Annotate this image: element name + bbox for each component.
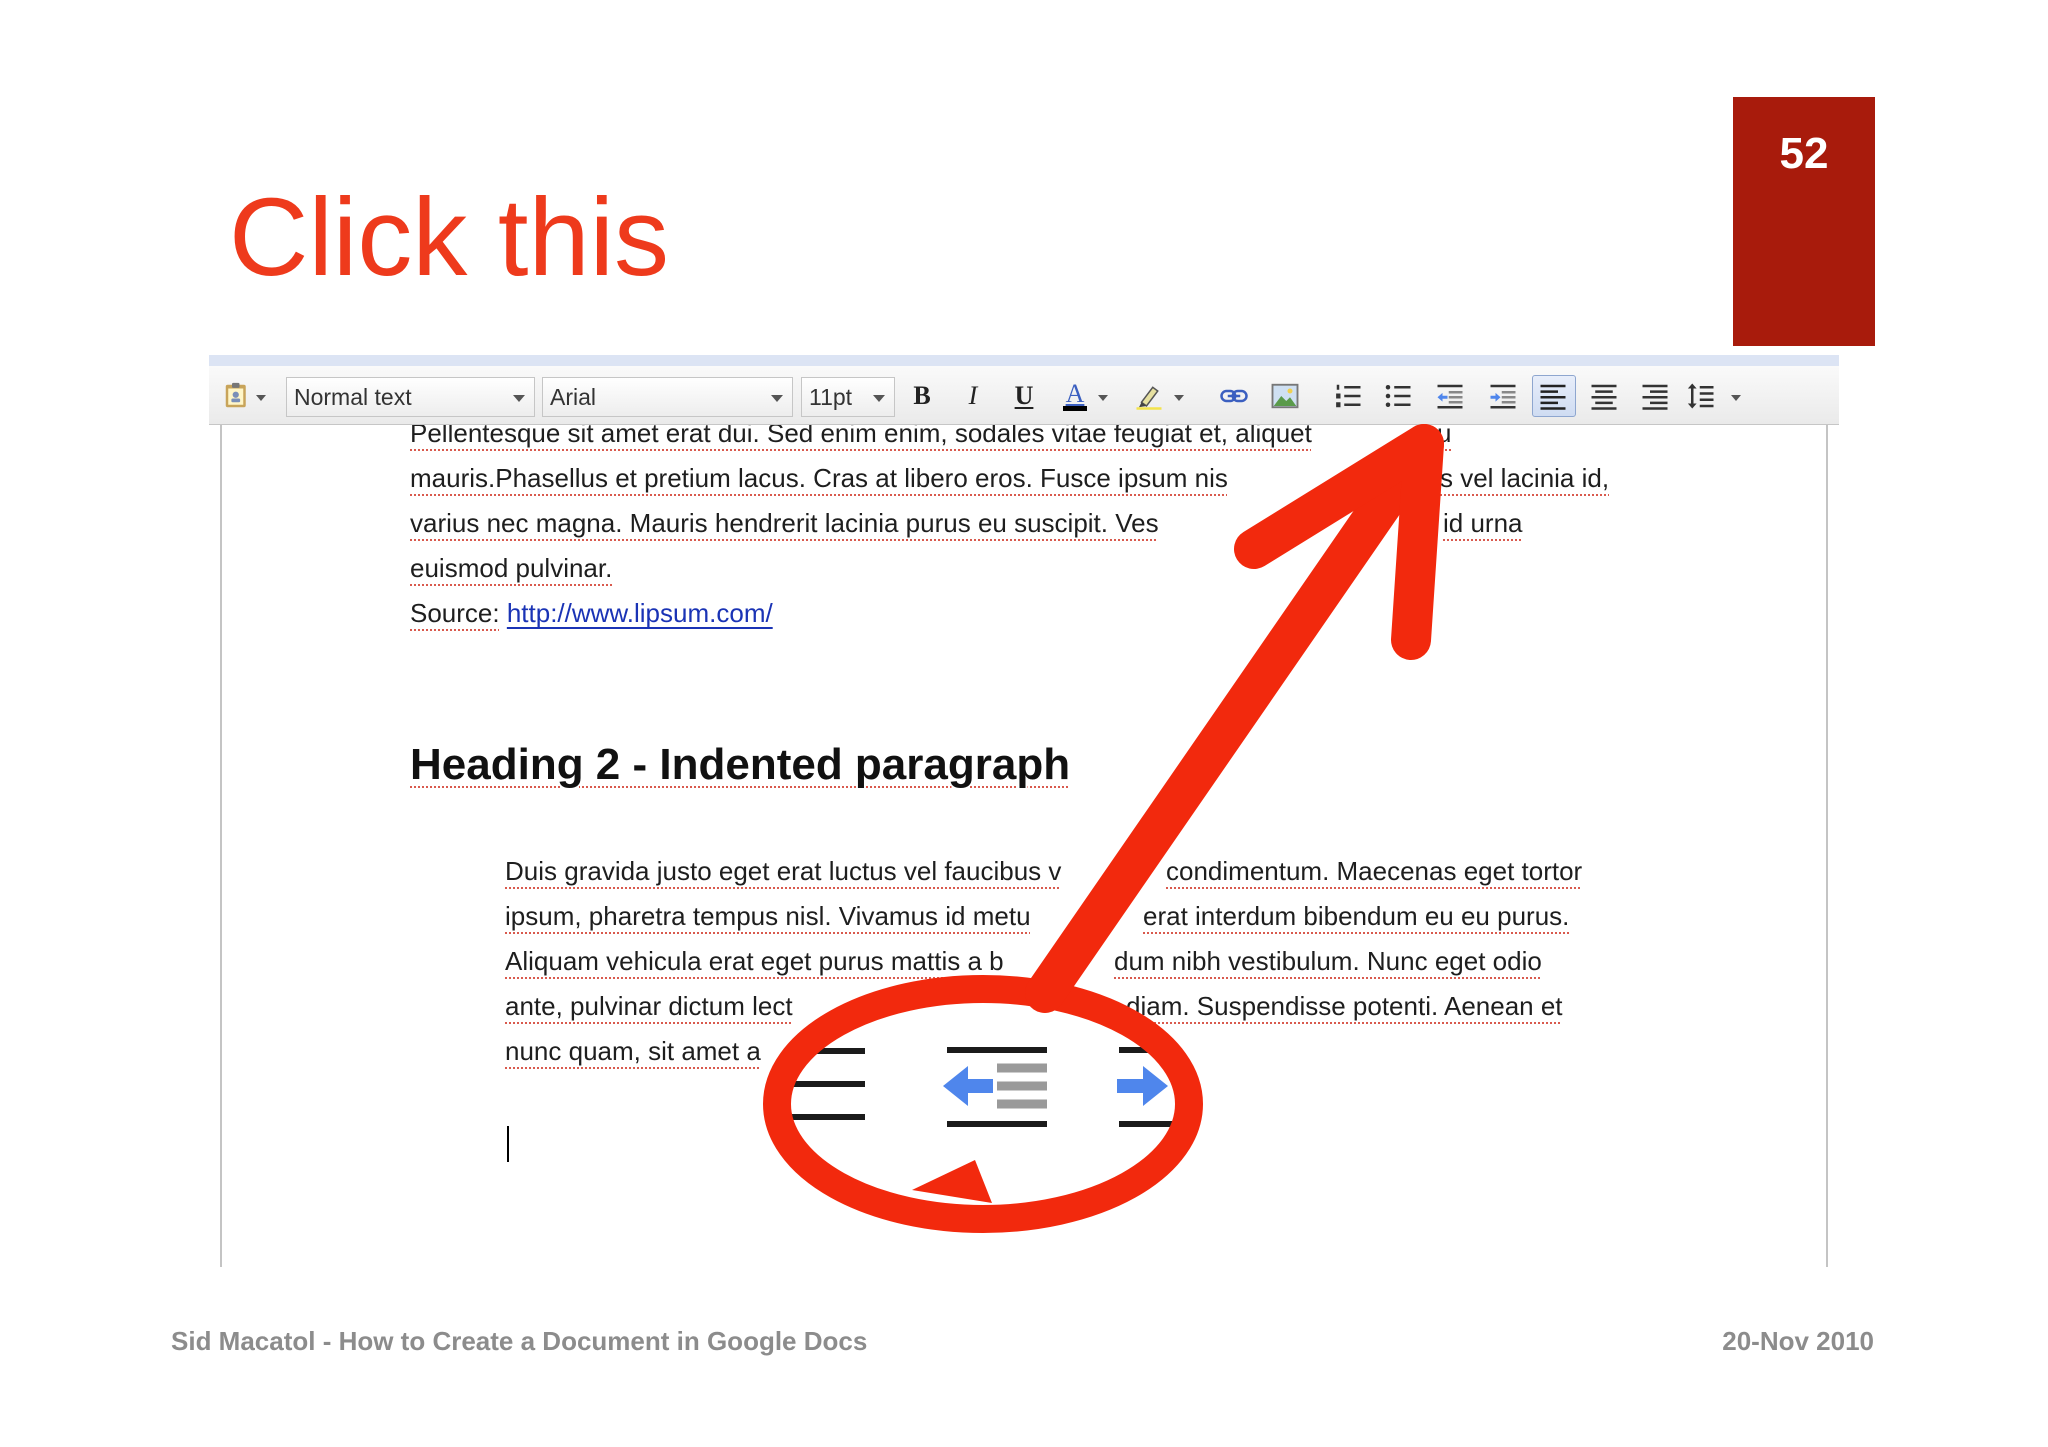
text-color-icon [1063, 405, 1087, 411]
indented-line-text: Duis gravida justo eget erat luctus vel … [505, 856, 1062, 886]
paragraph-style-select[interactable]: Normal text [286, 377, 535, 417]
slide-title: Click this [229, 176, 670, 299]
italic-label: I [968, 381, 978, 410]
footer-date: 20-Nov 2010 [1722, 1326, 1874, 1356]
text-color-button[interactable]: A [1058, 379, 1092, 413]
paint-format-dropdown-arrow[interactable] [256, 395, 266, 401]
align-left-icon [1540, 384, 1566, 410]
indented-line: nunc quam, sit amet a [505, 1029, 761, 1074]
indented-line: ipsum, pharetra tempus nisl. Vivamus id … [505, 894, 1031, 939]
link-icon [1220, 389, 1248, 403]
source-label: Source: [410, 598, 500, 628]
paint-format-icon [225, 382, 246, 408]
document-page-left-edge [220, 424, 222, 1267]
align-center-button[interactable] [1587, 379, 1621, 413]
paragraph-line: varius nec magna. Mauris hendrerit lacin… [410, 501, 1159, 546]
indented-line-fragment: dum nibh vestibulum. Nunc eget odio [1114, 939, 1542, 984]
slide-number: 52 [1779, 129, 1829, 178]
insert-link-button[interactable] [1217, 379, 1251, 413]
indented-line-text: diam. Suspendisse potenti. Aenean et [1126, 991, 1563, 1021]
paragraph-style-value: Normal text [294, 384, 412, 410]
bulleted-list-button[interactable] [1381, 379, 1415, 413]
indented-line: Aliquam vehicula erat eget purus mattis … [505, 939, 1004, 984]
indented-line: Duis gravida justo eget erat luctus vel … [505, 849, 1061, 894]
chevron-down-icon [873, 395, 885, 402]
docs-editor-screenshot: Normal text Arial 11pt B I U A Pellentes… [209, 355, 1839, 1267]
paragraph-line-text: s vel lacinia id, [1440, 463, 1610, 493]
indented-line: ante, pulvinar dictum lect [505, 984, 793, 1029]
chevron-down-icon [513, 395, 525, 402]
paragraph-line: euismod pulvinar. [410, 546, 612, 591]
paint-format-button[interactable] [220, 379, 254, 413]
text-cursor [507, 1126, 509, 1162]
image-icon [1271, 383, 1299, 409]
align-center-icon [1591, 384, 1617, 410]
text-color-label: A [1065, 378, 1085, 408]
text-color-dropdown-arrow[interactable] [1098, 395, 1108, 401]
bold-button[interactable]: B [905, 379, 939, 413]
decrease-indent-button[interactable] [1433, 379, 1467, 413]
align-left-button[interactable] [1536, 379, 1570, 413]
font-size-select[interactable]: 11pt [801, 377, 895, 417]
paragraph-line: mauris.Phasellus et pretium lacus. Cras … [410, 456, 1228, 501]
paragraph-line-text: euismod pulvinar. [410, 553, 613, 583]
font-family-select[interactable]: Arial [542, 377, 793, 417]
increase-indent-icon [1490, 384, 1516, 409]
paragraph-line-fragment: id urna [1443, 501, 1523, 546]
indented-line-fragment: erat interdum bibendum eu eu purus. [1143, 894, 1569, 939]
decrease-indent-icon [1437, 384, 1463, 409]
highlight-dropdown-arrow[interactable] [1174, 395, 1184, 401]
bulleted-list-icon [1385, 385, 1411, 407]
font-family-value: Arial [550, 384, 597, 410]
italic-button[interactable]: I [956, 379, 990, 413]
indented-line-text: dum nibh vestibulum. Nunc eget odio [1114, 946, 1542, 976]
indented-line-text: ante, pulvinar dictum lect [505, 991, 793, 1021]
indented-line-text: Aliquam vehicula erat eget purus mattis … [505, 946, 1004, 976]
align-right-button[interactable] [1638, 379, 1672, 413]
underline-button[interactable]: U [1007, 379, 1041, 413]
paragraph-line-text: id urna [1443, 508, 1523, 538]
line-spacing-dropdown-arrow[interactable] [1731, 395, 1741, 401]
heading-2: Heading 2 - Indented paragraph [410, 738, 1070, 791]
paragraph-line-fragment: s vel lacinia id, [1440, 456, 1609, 501]
numbered-list-icon [1336, 384, 1361, 408]
indented-line-fragment: condimentum. Maecenas eget tortor [1166, 849, 1582, 894]
indented-line-text: erat interdum bibendum eu eu purus. [1143, 901, 1570, 931]
indented-line-text: nunc quam, sit amet a [505, 1036, 761, 1066]
font-size-value: 11pt [809, 384, 853, 410]
editor-top-strip [209, 355, 1839, 366]
highlight-button[interactable] [1132, 379, 1166, 413]
bold-label: B [913, 381, 931, 410]
document-page-right-edge [1826, 424, 1828, 1267]
heading-2-text: Heading 2 - Indented paragraph [410, 740, 1071, 789]
formatting-toolbar: Normal text Arial 11pt B I U A [209, 366, 1839, 425]
indented-line-fragment: diam. Suspendisse potenti. Aenean et [1126, 984, 1563, 1029]
footer-author-title: Sid Macatol - How to Create a Document i… [171, 1326, 868, 1356]
insert-image-button[interactable] [1268, 379, 1302, 413]
paragraph-line-text: mauris.Phasellus et pretium lacus. Cras … [410, 463, 1228, 493]
slide-number-box: 52 [1733, 97, 1875, 346]
indented-line-text: condimentum. Maecenas eget tortor [1166, 856, 1583, 886]
numbered-list-button[interactable] [1331, 379, 1365, 413]
increase-indent-button[interactable] [1486, 379, 1520, 413]
line-spacing-button[interactable] [1684, 379, 1718, 413]
chevron-down-icon [771, 395, 783, 402]
highlight-icon [1136, 386, 1162, 410]
line-spacing-icon [1687, 383, 1714, 409]
paragraph-line-text: varius nec magna. Mauris hendrerit lacin… [410, 508, 1159, 538]
indented-line-text: ipsum, pharetra tempus nisl. Vivamus id … [505, 901, 1031, 931]
source-link[interactable]: http://www.lipsum.com/ [507, 598, 773, 628]
underline-label: U [1014, 381, 1034, 410]
align-right-icon [1642, 384, 1668, 410]
source-line: Source: http://www.lipsum.com/ [410, 591, 773, 636]
